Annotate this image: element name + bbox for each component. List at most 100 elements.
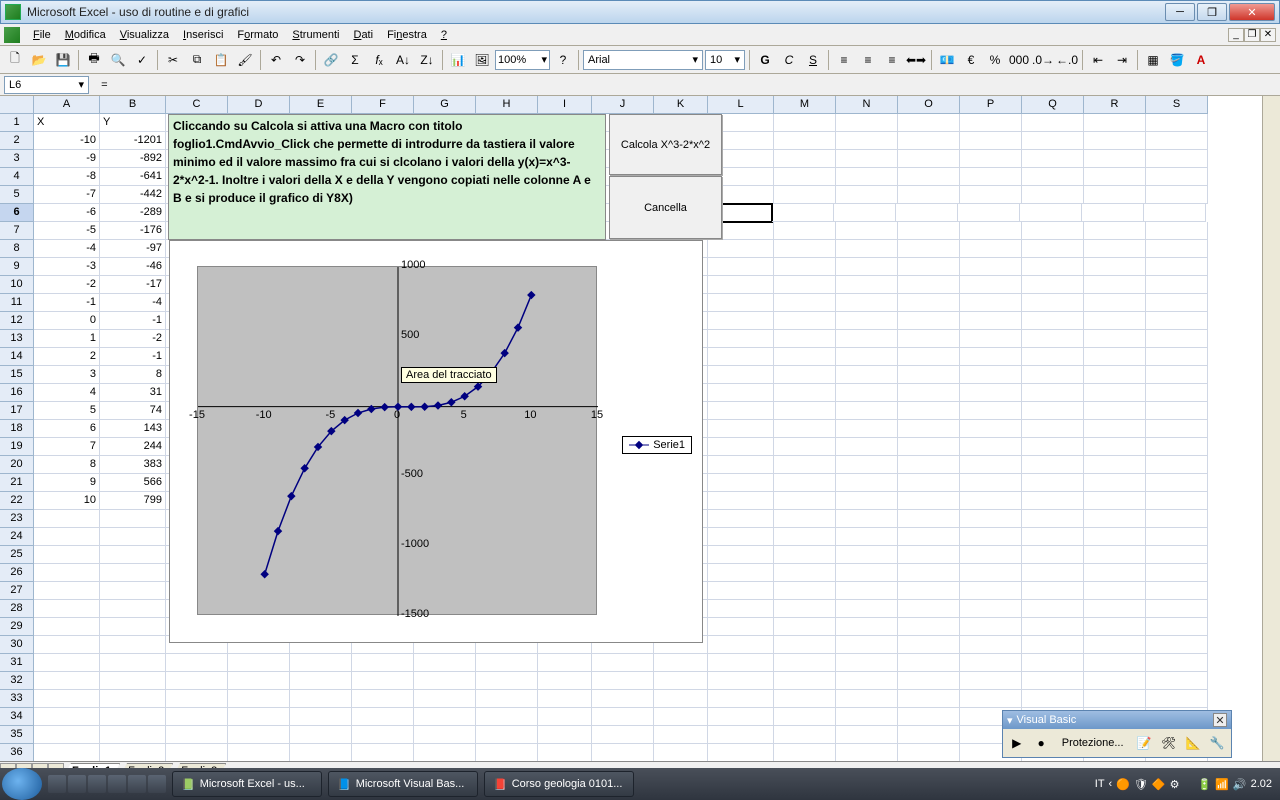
cell[interactable] — [898, 438, 960, 456]
cell[interactable]: 74 — [100, 402, 166, 420]
row-header[interactable]: 4 — [0, 168, 34, 186]
cell[interactable] — [836, 690, 898, 708]
row-header[interactable]: 23 — [0, 510, 34, 528]
cancel-button[interactable]: Cancella — [609, 176, 722, 239]
cell[interactable] — [1022, 672, 1084, 690]
cell[interactable] — [836, 402, 898, 420]
col-header[interactable]: M — [774, 96, 836, 114]
cell[interactable] — [414, 690, 476, 708]
cell[interactable] — [960, 366, 1022, 384]
menu-finestra[interactable]: Finestra — [380, 27, 434, 43]
menu-formato[interactable]: Formato — [230, 27, 285, 43]
hyperlink-icon[interactable]: 🔗 — [320, 49, 342, 71]
cell[interactable] — [34, 564, 100, 582]
cell[interactable] — [898, 240, 960, 258]
cell[interactable] — [708, 528, 774, 546]
row-header[interactable]: 14 — [0, 348, 34, 366]
paste-icon[interactable]: 📋 — [210, 49, 232, 71]
cell[interactable] — [1084, 294, 1146, 312]
cell[interactable] — [1084, 582, 1146, 600]
cell[interactable] — [1084, 510, 1146, 528]
cell[interactable] — [960, 654, 1022, 672]
menu-help[interactable]: ? — [434, 27, 454, 43]
row-header[interactable]: 36 — [0, 744, 34, 761]
cell[interactable] — [414, 726, 476, 744]
cell[interactable] — [1022, 186, 1084, 204]
copy-icon[interactable]: ⧉ — [186, 49, 208, 71]
cell[interactable] — [476, 708, 538, 726]
cell[interactable] — [538, 654, 592, 672]
cell[interactable]: -3 — [34, 258, 100, 276]
cell[interactable] — [592, 690, 654, 708]
plot-area[interactable]: Area del tracciato — [197, 266, 597, 615]
cell[interactable] — [1022, 420, 1084, 438]
cell[interactable] — [1146, 510, 1208, 528]
cell[interactable] — [836, 168, 898, 186]
cell[interactable] — [898, 186, 960, 204]
col-header[interactable]: O — [898, 96, 960, 114]
cell[interactable] — [898, 474, 960, 492]
cell[interactable] — [100, 510, 166, 528]
align-center-icon[interactable]: ≡ — [857, 49, 879, 71]
cell[interactable] — [1084, 402, 1146, 420]
cell[interactable] — [898, 708, 960, 726]
cell[interactable] — [34, 546, 100, 564]
cell[interactable] — [896, 204, 958, 222]
cell[interactable] — [774, 366, 836, 384]
cell[interactable] — [100, 726, 166, 744]
cell[interactable] — [228, 690, 290, 708]
cell[interactable] — [1146, 600, 1208, 618]
col-header[interactable]: Q — [1022, 96, 1084, 114]
cell[interactable] — [34, 654, 100, 672]
col-header[interactable]: B — [100, 96, 166, 114]
cell[interactable] — [898, 168, 960, 186]
cell[interactable] — [34, 528, 100, 546]
cell[interactable] — [34, 690, 100, 708]
menu-strumenti[interactable]: Strumenti — [285, 27, 346, 43]
cell[interactable] — [774, 492, 836, 510]
cell[interactable] — [1146, 312, 1208, 330]
cell[interactable]: 2 — [34, 348, 100, 366]
cell[interactable] — [898, 618, 960, 636]
cell[interactable] — [836, 294, 898, 312]
cell[interactable] — [774, 276, 836, 294]
cell[interactable]: 3 — [34, 366, 100, 384]
cell[interactable] — [960, 474, 1022, 492]
tray-volume-icon[interactable]: 🔊 — [1233, 778, 1247, 791]
cell[interactable] — [100, 546, 166, 564]
cell[interactable] — [708, 546, 774, 564]
cell[interactable] — [1146, 258, 1208, 276]
cell[interactable] — [836, 726, 898, 744]
cell[interactable]: 9 — [34, 474, 100, 492]
row-header[interactable]: 8 — [0, 240, 34, 258]
cell[interactable]: -641 — [100, 168, 166, 186]
cell[interactable] — [100, 744, 166, 761]
cell[interactable] — [708, 510, 774, 528]
col-header[interactable]: G — [414, 96, 476, 114]
row-header[interactable]: 12 — [0, 312, 34, 330]
cell[interactable] — [1146, 276, 1208, 294]
cell[interactable] — [1084, 258, 1146, 276]
cell[interactable] — [592, 654, 654, 672]
bold-icon[interactable]: G — [754, 49, 776, 71]
mdi-restore[interactable]: ❐ — [1244, 28, 1260, 42]
cell[interactable] — [1146, 168, 1208, 186]
thousands-icon[interactable]: 000 — [1008, 49, 1030, 71]
cell[interactable] — [1084, 168, 1146, 186]
row-header[interactable]: 35 — [0, 726, 34, 744]
col-header[interactable]: R — [1084, 96, 1146, 114]
cell[interactable] — [166, 708, 228, 726]
cell[interactable] — [1146, 492, 1208, 510]
cell[interactable]: 31 — [100, 384, 166, 402]
cell[interactable] — [836, 366, 898, 384]
menu-modifica[interactable]: Modifica — [58, 27, 113, 43]
cell[interactable] — [1146, 654, 1208, 672]
col-header[interactable]: F — [352, 96, 414, 114]
italic-icon[interactable]: C — [778, 49, 800, 71]
cell[interactable] — [1020, 204, 1082, 222]
cell[interactable]: 5 — [34, 402, 100, 420]
cell[interactable] — [1022, 690, 1084, 708]
vb-editor-icon[interactable]: 📝 — [1134, 732, 1155, 754]
cell[interactable] — [100, 618, 166, 636]
cell[interactable] — [774, 114, 836, 132]
